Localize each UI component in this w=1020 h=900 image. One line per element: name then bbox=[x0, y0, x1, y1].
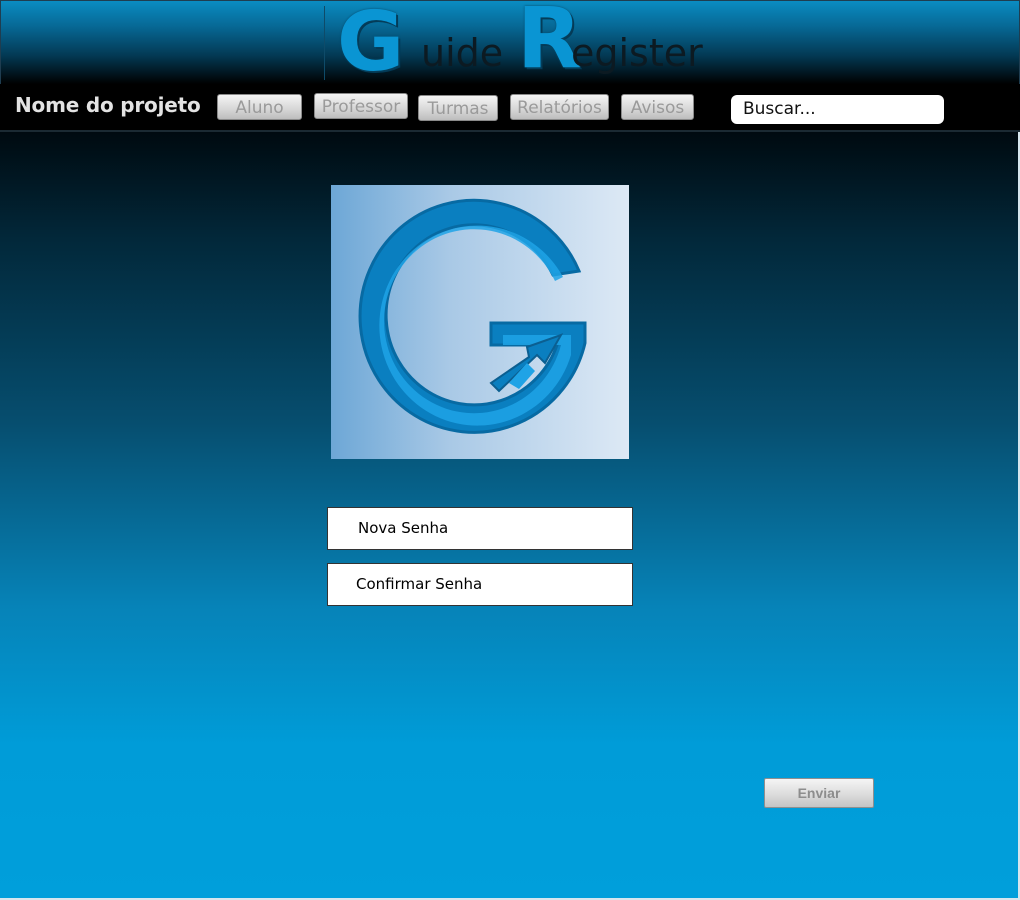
nav-button-avisos[interactable]: Avisos bbox=[621, 94, 694, 120]
nav-button-turmas[interactable]: Turmas bbox=[418, 95, 498, 121]
top-navbar: Nome do projeto Aluno Professor Turmas R… bbox=[0, 84, 1020, 132]
brand-logo[interactable]: G uide R egister bbox=[331, 0, 703, 90]
logo-card bbox=[331, 185, 629, 459]
header-banner: G uide R egister bbox=[0, 0, 1020, 90]
new-password-field[interactable]: Nova Senha bbox=[327, 507, 633, 550]
header-divider bbox=[324, 6, 325, 80]
logo-word-egister: egister bbox=[571, 31, 703, 75]
confirm-password-field[interactable]: Confirmar Senha bbox=[327, 563, 633, 606]
nav-button-aluno[interactable]: Aluno bbox=[217, 94, 302, 120]
confirm-password-label: Confirmar Senha bbox=[356, 575, 483, 593]
main-content: Nova Senha Confirmar Senha Enviar bbox=[0, 132, 1020, 900]
g-logo-icon bbox=[358, 198, 587, 434]
search-input[interactable]: Buscar... bbox=[731, 95, 944, 124]
nav-button-relatorios[interactable]: Relatórios bbox=[510, 94, 609, 120]
project-name[interactable]: Nome do projeto bbox=[15, 93, 201, 117]
nav-button-professor[interactable]: Professor bbox=[314, 93, 408, 119]
send-button[interactable]: Enviar bbox=[764, 778, 874, 808]
new-password-label: Nova Senha bbox=[358, 519, 449, 537]
logo-initial-g: G bbox=[337, 0, 405, 90]
logo-word-uide: uide bbox=[421, 31, 504, 75]
